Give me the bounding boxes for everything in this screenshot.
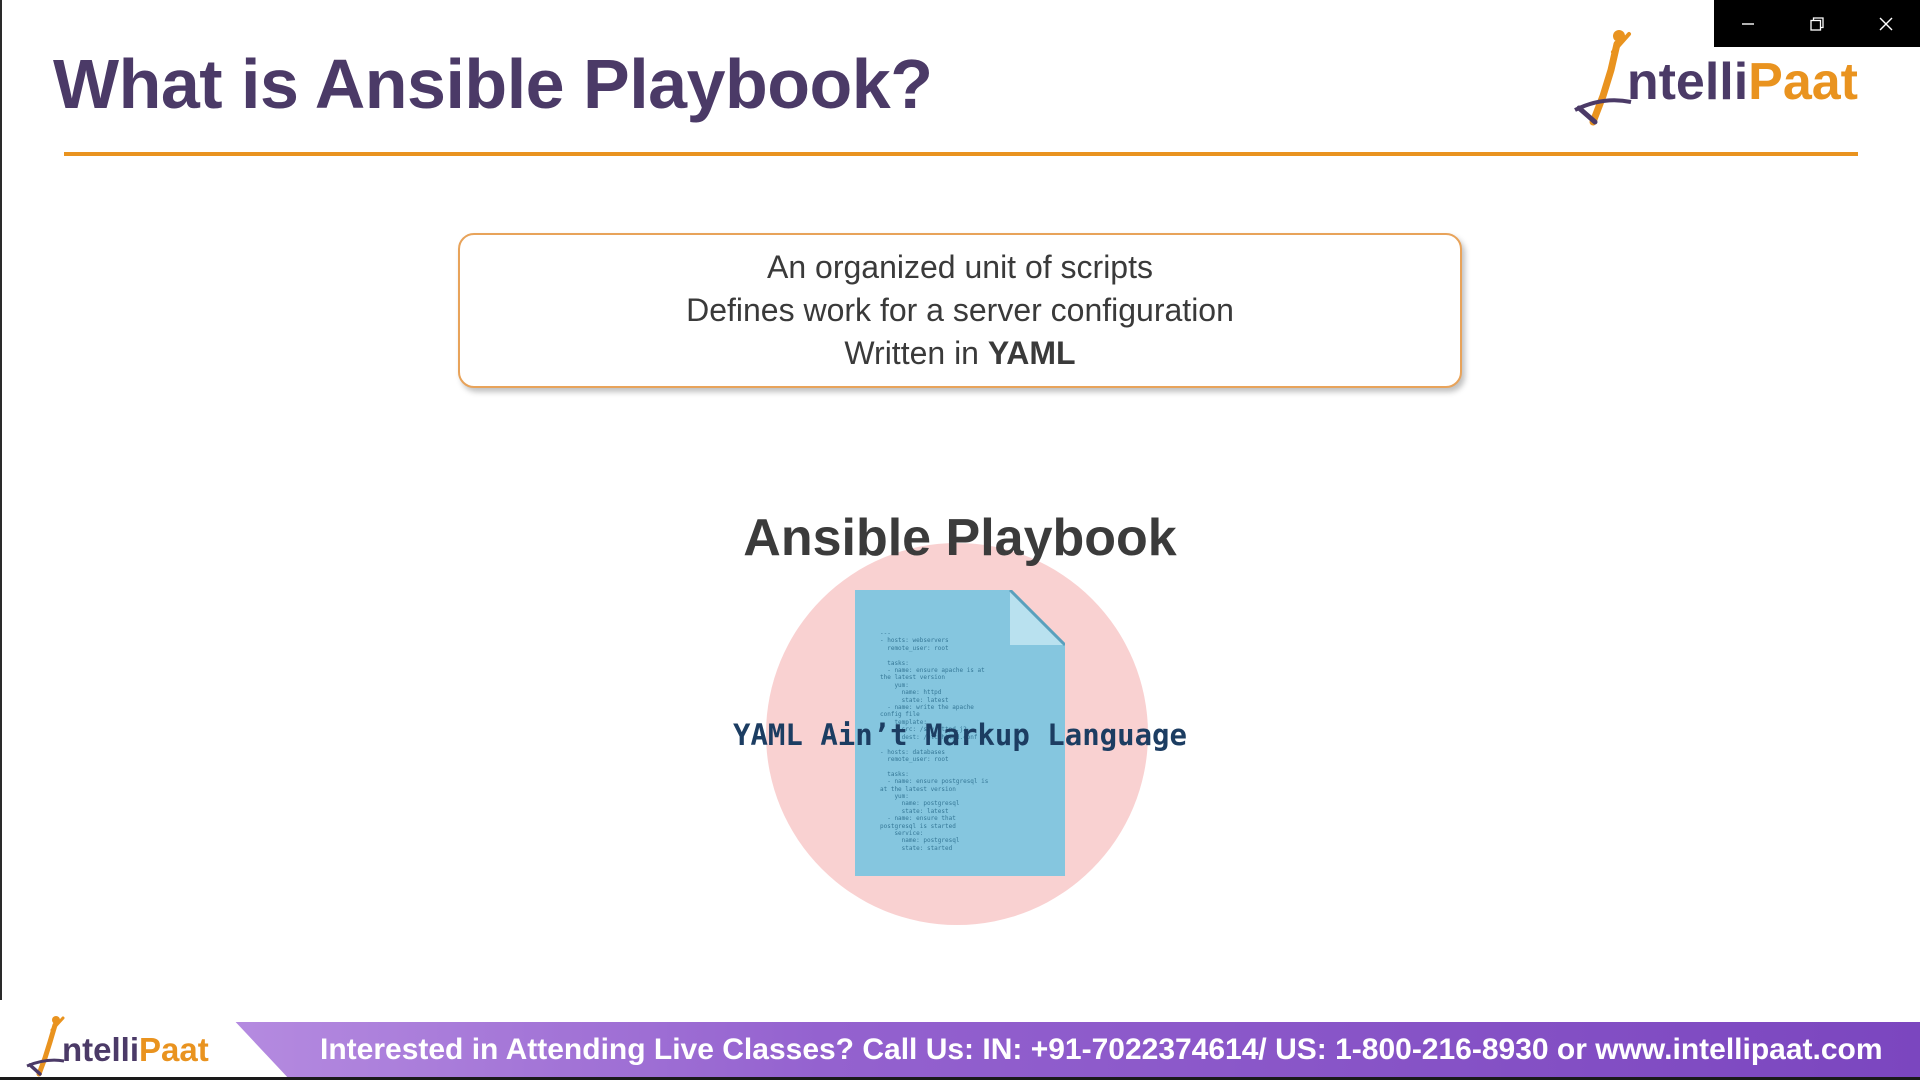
definition-line-2: Defines work for a server configuration [686, 292, 1234, 328]
definition-line-1: An organized unit of scripts [767, 249, 1153, 285]
close-icon [1879, 17, 1893, 30]
intellipaat-footer-logo: ntelli Paat [26, 1012, 209, 1078]
definition-box: An organized unit of scripts Defines wor… [458, 233, 1462, 388]
logo-text-intelli: ntelli [1626, 53, 1749, 111]
title-divider [64, 152, 1858, 156]
playbook-heading: Ansible Playbook [743, 509, 1177, 567]
written-in-label: Written in [844, 335, 988, 371]
logo-figure-icon [1573, 30, 1632, 126]
footer-logo-figure-icon [26, 1016, 65, 1077]
close-button[interactable] [1856, 0, 1916, 47]
definition-line-3: Written in YAML [844, 332, 1075, 375]
yaml-caption: YAML Ain’t Markup Language [733, 718, 1187, 752]
intellipaat-logo: ntelli Paat [1573, 22, 1858, 130]
footer-contact-text: Interested in Attending Live Classes? Ca… [320, 1033, 1883, 1066]
slide-title: What is Ansible Playbook? [53, 45, 933, 123]
written-in-value: YAML [987, 335, 1076, 371]
footer-banner: Interested in Attending Live Classes? Ca… [0, 1000, 1920, 1080]
footer-logo-text-paat: Paat [139, 1031, 209, 1068]
logo-text-paat: Paat [1748, 53, 1858, 111]
footer-logo-text-intelli: ntelli [62, 1031, 140, 1068]
